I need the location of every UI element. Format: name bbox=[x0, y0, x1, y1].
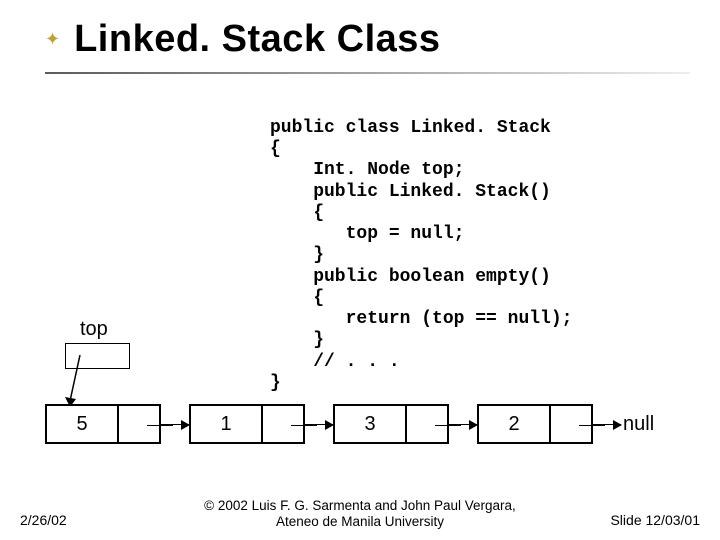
node-pointer-cell bbox=[119, 406, 159, 442]
linked-list-diagram: 5 1 3 2 null bbox=[45, 404, 654, 444]
list-node: 3 bbox=[333, 404, 449, 444]
null-label: null bbox=[623, 413, 654, 436]
arrow-icon bbox=[161, 424, 189, 425]
arrow-icon bbox=[449, 424, 477, 425]
slide: ✦ Linked. Stack Class public class Linke… bbox=[0, 0, 720, 540]
footer-slide-number: Slide 12/03/01 bbox=[610, 512, 700, 528]
arrow-icon bbox=[593, 424, 621, 425]
code-block: public class Linked. Stack { Int. Node t… bbox=[270, 118, 572, 394]
top-pointer-arrow-icon bbox=[68, 355, 98, 410]
arrow-icon bbox=[305, 424, 333, 425]
node-value: 5 bbox=[47, 406, 119, 442]
list-node: 1 bbox=[189, 404, 305, 444]
title-underline bbox=[45, 72, 690, 74]
node-value: 2 bbox=[479, 406, 551, 442]
top-pointer-label: top bbox=[80, 318, 108, 341]
node-pointer-cell bbox=[263, 406, 303, 442]
node-pointer-cell bbox=[407, 406, 447, 442]
list-node: 2 bbox=[477, 404, 593, 444]
node-value: 1 bbox=[191, 406, 263, 442]
footer-line1: © 2002 Luis F. G. Sarmenta and John Paul… bbox=[204, 498, 516, 513]
node-pointer-cell bbox=[551, 406, 591, 442]
slide-title: Linked. Stack Class bbox=[74, 18, 440, 61]
node-value: 3 bbox=[335, 406, 407, 442]
footer-line2: Ateneo de Manila University bbox=[276, 514, 444, 529]
list-node: 5 bbox=[45, 404, 161, 444]
bullet-icon: ✦ bbox=[45, 29, 60, 50]
title-row: ✦ Linked. Stack Class bbox=[45, 18, 690, 61]
